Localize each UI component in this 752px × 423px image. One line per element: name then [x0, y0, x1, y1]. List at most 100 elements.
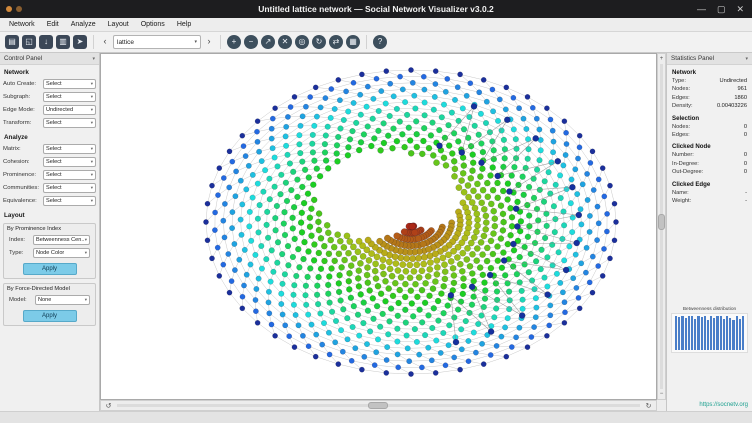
- network-node[interactable]: [526, 213, 532, 219]
- network-node[interactable]: [587, 213, 592, 218]
- network-node[interactable]: [473, 229, 479, 235]
- network-node[interactable]: [238, 178, 243, 183]
- network-node[interactable]: [583, 270, 588, 275]
- network-node[interactable]: [395, 267, 401, 273]
- network-node[interactable]: [414, 144, 420, 150]
- network-node[interactable]: [420, 241, 427, 248]
- network-node[interactable]: [384, 344, 389, 349]
- network-node[interactable]: [217, 273, 222, 278]
- network-node[interactable]: [432, 251, 438, 257]
- network-node[interactable]: [521, 116, 526, 121]
- network-node[interactable]: [526, 269, 532, 275]
- network-node[interactable]: [346, 270, 352, 276]
- network-node[interactable]: [481, 77, 486, 82]
- network-node[interactable]: [337, 238, 343, 244]
- network-node[interactable]: [380, 257, 386, 263]
- network-node[interactable]: [440, 255, 446, 261]
- network-node[interactable]: [409, 255, 415, 261]
- network-node[interactable]: [479, 160, 485, 166]
- network-node[interactable]: [426, 345, 431, 350]
- network-node[interactable]: [338, 327, 344, 333]
- network-node[interactable]: [298, 220, 304, 226]
- network-node[interactable]: [413, 119, 419, 125]
- network-node[interactable]: [338, 298, 344, 304]
- network-node[interactable]: [469, 251, 475, 257]
- network-node[interactable]: [326, 274, 332, 280]
- network-node[interactable]: [465, 182, 471, 188]
- network-node[interactable]: [264, 256, 270, 262]
- network-node[interactable]: [419, 365, 424, 370]
- network-node[interactable]: [458, 367, 463, 372]
- network-node[interactable]: [430, 120, 436, 126]
- network-node[interactable]: [419, 151, 425, 157]
- network-node[interactable]: [542, 178, 548, 184]
- network-node[interactable]: [259, 243, 265, 249]
- network-node[interactable]: [333, 318, 339, 324]
- network-node[interactable]: [569, 229, 575, 235]
- network-node[interactable]: [484, 258, 490, 264]
- network-node[interactable]: [358, 139, 364, 145]
- network-node[interactable]: [359, 367, 364, 372]
- network-node[interactable]: [273, 106, 278, 111]
- network-node[interactable]: [451, 272, 457, 278]
- network-node[interactable]: [488, 238, 494, 244]
- network-node[interactable]: [353, 120, 359, 126]
- network-node[interactable]: [469, 168, 475, 174]
- network-node[interactable]: [347, 136, 353, 142]
- network-node[interactable]: [274, 203, 280, 209]
- network-node[interactable]: [299, 184, 305, 190]
- network-node[interactable]: [524, 126, 529, 131]
- network-node[interactable]: [448, 258, 454, 264]
- network-node[interactable]: [306, 344, 311, 349]
- network-node[interactable]: [305, 312, 311, 318]
- network-node[interactable]: [306, 175, 312, 181]
- network-node[interactable]: [283, 323, 288, 328]
- network-node[interactable]: [378, 147, 384, 153]
- network-node[interactable]: [325, 165, 331, 171]
- network-node[interactable]: [513, 335, 518, 340]
- network-node[interactable]: [240, 202, 245, 207]
- network-node[interactable]: [506, 189, 512, 195]
- network-node[interactable]: [441, 155, 447, 161]
- network-node[interactable]: [221, 218, 226, 223]
- zoom-slider-thumb[interactable]: [658, 214, 665, 230]
- network-node[interactable]: [532, 240, 538, 246]
- rotate-slider-thumb[interactable]: [368, 402, 388, 409]
- rotate-right-button[interactable]: ↻: [644, 402, 653, 410]
- network-node[interactable]: [233, 169, 238, 174]
- network-node[interactable]: [458, 299, 464, 305]
- network-node[interactable]: [561, 258, 567, 264]
- network-node[interactable]: [255, 139, 260, 144]
- network-node[interactable]: [485, 194, 491, 200]
- network-node[interactable]: [433, 370, 438, 375]
- network-node[interactable]: [415, 255, 421, 261]
- network-node[interactable]: [309, 322, 314, 327]
- network-node[interactable]: [381, 121, 387, 127]
- menu-options[interactable]: Options: [135, 18, 171, 32]
- network-node[interactable]: [579, 222, 584, 227]
- network-node[interactable]: [410, 80, 415, 85]
- network-node[interactable]: [480, 187, 486, 193]
- network-node[interactable]: [579, 261, 584, 266]
- network-node[interactable]: [283, 143, 289, 149]
- network-node[interactable]: [358, 92, 363, 97]
- network-node[interactable]: [459, 150, 465, 156]
- network-node[interactable]: [316, 274, 322, 280]
- network-node[interactable]: [495, 118, 501, 124]
- network-node[interactable]: [483, 213, 489, 219]
- network-node[interactable]: [382, 278, 388, 284]
- network-node[interactable]: [452, 166, 458, 172]
- network-node[interactable]: [517, 325, 522, 330]
- network-node[interactable]: [551, 203, 557, 209]
- network-node[interactable]: [470, 160, 476, 166]
- network-node[interactable]: [550, 128, 555, 133]
- network-node[interactable]: [468, 240, 474, 246]
- zoom-slider[interactable]: + −: [657, 53, 666, 400]
- network-node[interactable]: [393, 260, 399, 266]
- network-node[interactable]: [378, 291, 384, 297]
- network-node[interactable]: [375, 283, 381, 289]
- network-node[interactable]: [478, 239, 484, 245]
- network-node[interactable]: [422, 100, 428, 106]
- network-node[interactable]: [502, 155, 508, 161]
- network-node[interactable]: [303, 302, 309, 308]
